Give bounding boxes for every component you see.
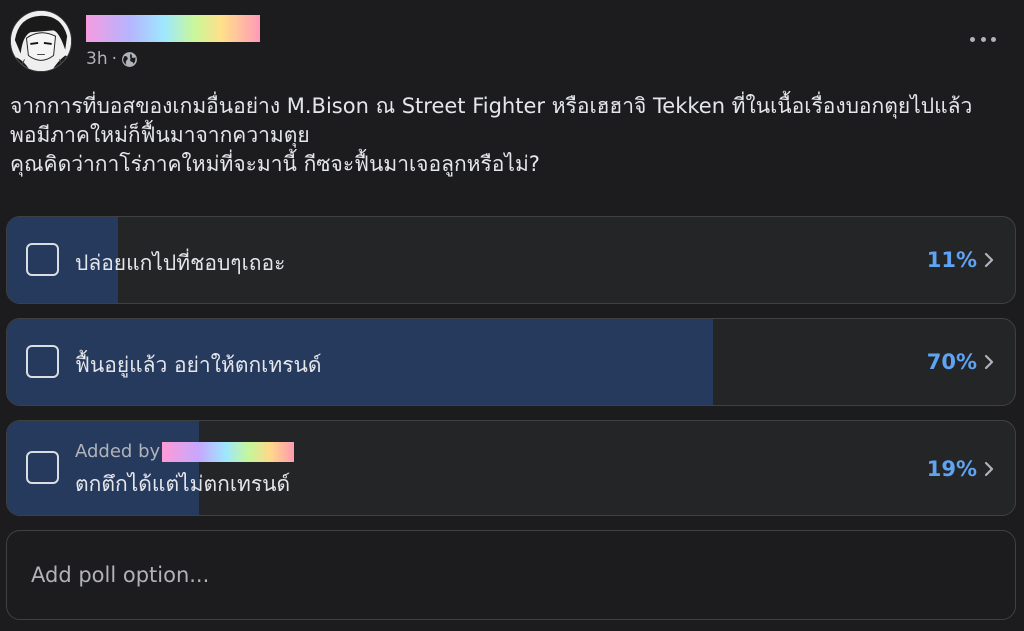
post-text: จากการที่บอสของเกมอื่นอย่าง M.Bison ณ St… [10, 92, 1015, 179]
manga-portrait-image [11, 11, 71, 71]
poll-option-label: ปล่อยแกไปที่ชอบๆเถอะ [75, 251, 286, 275]
poll-option-percent: 11% [926, 248, 977, 272]
post-text-line: คุณคิดว่ากาโร่ภาคใหม่ที่จะมานี้ กีซจะฟื้… [10, 152, 540, 176]
more-options-icon[interactable] [970, 30, 996, 48]
post-time[interactable]: 3h [86, 49, 108, 69]
chevron-right-icon[interactable] [983, 460, 995, 478]
avatar[interactable] [10, 10, 72, 72]
poll-option[interactable]: ฟื้นอยู่แล้ว อย่าให้ตกเทรนด์ 70% [6, 318, 1016, 406]
redacted-contributor-name[interactable] [162, 441, 295, 462]
poll-option-percent: 70% [926, 350, 977, 374]
chevron-right-icon[interactable] [983, 251, 995, 269]
added-by-label: Added by [75, 441, 161, 462]
add-poll-option[interactable] [6, 530, 1016, 620]
poll-option[interactable]: ปล่อยแกไปที่ชอบๆเถอะ 11% [6, 216, 1016, 304]
added-by-text: Added by [75, 441, 295, 462]
facebook-post: 3h · จากการที่บอสของเกมอื่นอย่าง M.Bison… [0, 0, 1024, 631]
poll-option-checkbox[interactable] [26, 243, 59, 276]
globe-icon[interactable] [121, 51, 138, 68]
add-poll-option-input[interactable] [31, 558, 931, 592]
poll-option-checkbox[interactable] [26, 451, 59, 484]
poll-option[interactable]: Added by ตกตึกได้แต่ไม่ตกเทรนด์ 19% [6, 420, 1016, 516]
more-dot [980, 36, 986, 42]
post-meta: 3h · [86, 48, 138, 70]
more-dot [970, 36, 975, 42]
chevron-right-icon[interactable] [983, 353, 995, 371]
more-dot [991, 36, 996, 42]
poll-option-label: ตกตึกได้แต่ไม่ตกเทรนด์ [75, 472, 291, 496]
meta-separator: · [111, 49, 117, 69]
redacted-author-name[interactable] [86, 15, 260, 42]
post-text-line: จากการที่บอสของเกมอื่นอย่าง M.Bison ณ St… [10, 94, 973, 118]
poll-option-checkbox[interactable] [26, 345, 59, 378]
poll-option-percent: 19% [926, 457, 977, 481]
poll-option-label: ฟื้นอยู่แล้ว อย่าให้ตกเทรนด์ [75, 353, 322, 377]
post-text-line: พอมีภาคใหม่ก็ฟื้นมาจากความตุย [10, 123, 310, 147]
